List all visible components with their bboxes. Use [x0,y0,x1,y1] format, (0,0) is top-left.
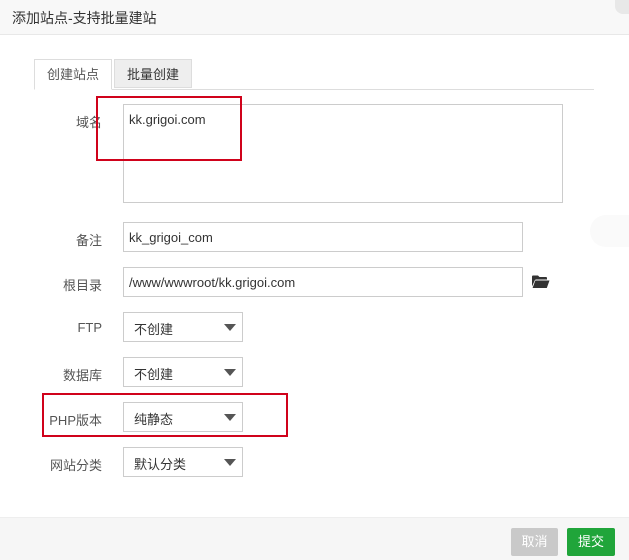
domain-textarea[interactable]: kk.grigoi.com [123,104,563,203]
add-site-dialog: 添加站点-支持批量建站 创建站点 批量创建 域名 kk.grigoi.com 备… [0,0,629,560]
domain-label: 域名 [75,115,102,130]
database-select[interactable]: 不创建 [123,357,243,387]
dialog-title: 添加站点-支持批量建站 [12,10,157,26]
cancel-button[interactable]: 取消 [511,528,558,556]
database-select-value: 不创建 [134,367,174,382]
chevron-down-icon [224,369,236,376]
database-label: 数据库 [62,368,102,383]
category-select-value: 默认分类 [134,457,187,472]
ftp-label: FTP [77,320,102,335]
remark-label: 备注 [75,233,102,248]
ftp-select[interactable]: 不创建 [123,312,243,342]
close-icon[interactable] [615,0,629,14]
tab-create-site[interactable]: 创建站点 [34,59,112,90]
chevron-down-icon [224,414,236,421]
chevron-down-icon [224,324,236,331]
scroll-handle [590,215,629,247]
root-dir-label: 根目录 [62,278,102,293]
dialog-title-bar: 添加站点-支持批量建站 [0,0,629,35]
tab-bar: 创建站点 批量创建 [34,59,594,90]
php-version-select-value: 纯静态 [134,412,174,427]
category-select[interactable]: 默认分类 [123,447,243,477]
remark-input[interactable] [123,222,523,252]
category-label: 网站分类 [49,458,102,473]
folder-open-icon[interactable] [532,275,550,289]
tab-batch-create[interactable]: 批量创建 [114,59,192,88]
submit-button[interactable]: 提交 [567,528,615,556]
php-version-label: PHP版本 [49,413,102,428]
chevron-down-icon [224,459,236,466]
php-version-select[interactable]: 纯静态 [123,402,243,432]
ftp-select-value: 不创建 [134,322,174,337]
root-dir-input[interactable] [123,267,523,297]
